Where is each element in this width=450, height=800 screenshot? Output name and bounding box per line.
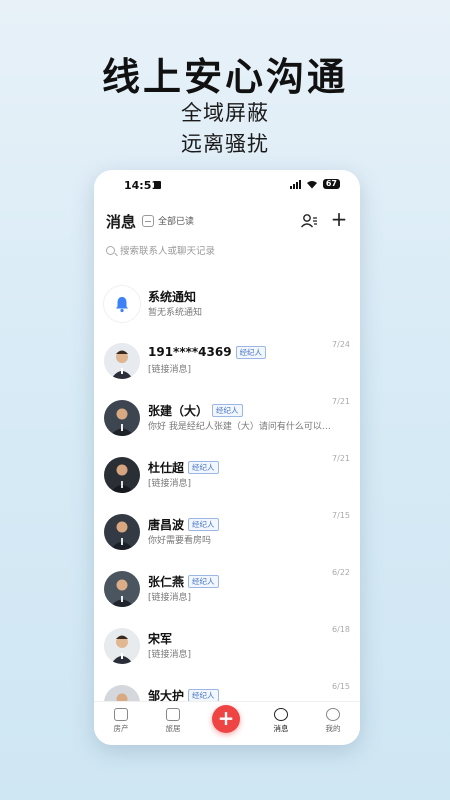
conversation-name: 系统通知 — [148, 290, 197, 304]
list-item[interactable]: 杜仕超 经纪人 [链接消息] 7/21 — [94, 449, 360, 506]
status-bar: 14:51 67 — [94, 170, 360, 200]
tab-messages-label: 消息 — [273, 724, 289, 733]
tab-me[interactable]: 我的 — [318, 708, 348, 734]
tab-messages[interactable]: 消息 — [266, 708, 296, 734]
agent-badge: 经纪人 — [188, 461, 219, 474]
avatar — [104, 514, 140, 550]
conversation-list: 系统通知 暂无系统通知 191****4369 经纪人 [链接消息] 7/24 张… — [94, 278, 360, 734]
conversation-name: 杜仕超 经纪人 — [148, 459, 219, 476]
bell-icon — [104, 286, 140, 322]
conversation-name: 张仁燕 经纪人 — [148, 573, 219, 590]
conversation-name: 张建（大） 经纪人 — [148, 402, 243, 419]
search-input[interactable]: 搜索联系人或聊天记录 — [106, 240, 348, 260]
battery-icon: 67 — [322, 179, 340, 189]
tab-home[interactable]: 房产 — [106, 708, 136, 734]
message-header: 消息 全部已读 + — [94, 209, 360, 234]
avatar — [104, 628, 140, 664]
conversation-date: 6/18 — [332, 625, 350, 634]
avatar — [104, 457, 140, 493]
conversation-preview: 你好需要看房吗 — [148, 536, 212, 546]
phone-screen: 14:51 67 消息 全部已读 + 搜索联系人或聊天记录 系统通知 暂无系统通… — [94, 170, 360, 745]
agent-badge: 经纪人 — [188, 575, 219, 588]
conversation-preview: [链接消息] — [148, 650, 192, 660]
list-item[interactable]: 张建（大） 经纪人 你好 我是经纪人张建（大）请问有什么可以… 7/21 — [94, 392, 360, 449]
chat-icon — [274, 708, 288, 721]
add-icon[interactable]: + — [330, 209, 348, 229]
conversation-preview: 你好 我是经纪人张建（大）请问有什么可以… — [148, 422, 331, 432]
promo-subline-2: 远离骚扰 — [181, 132, 269, 156]
tab-discover[interactable]: 旅居 — [158, 708, 188, 734]
conversation-date: 7/24 — [332, 340, 350, 349]
signal-icon — [289, 179, 301, 189]
conversation-date: 6/15 — [332, 682, 350, 691]
list-item[interactable]: 张仁燕 经纪人 [链接消息] 6/22 — [94, 563, 360, 620]
read-all-icon — [142, 214, 154, 227]
conversation-date: 7/21 — [332, 397, 350, 406]
conversation-preview: 暂无系统通知 — [148, 308, 203, 318]
conversation-date: 7/21 — [332, 454, 350, 463]
suitcase-icon — [166, 708, 180, 721]
conversation-preview: [链接消息] — [148, 593, 192, 603]
create-button[interactable]: + — [212, 705, 240, 733]
house-icon — [114, 708, 128, 721]
list-item[interactable]: 唐昌波 经纪人 你好需要看房吗 7/15 — [94, 506, 360, 563]
conversation-name: 191****4369 经纪人 — [148, 345, 267, 359]
agent-badge: 经纪人 — [235, 345, 267, 359]
read-all-label: 全部已读 — [158, 217, 195, 227]
conversation-date: 6/22 — [332, 568, 350, 577]
tab-home-label: 房产 — [113, 724, 129, 733]
profile-icon — [326, 708, 340, 721]
avatar — [104, 571, 140, 607]
lock-icon — [154, 181, 161, 189]
list-item[interactable]: 宋军 [链接消息] 6/18 — [94, 620, 360, 677]
read-all-button[interactable]: 全部已读 — [142, 214, 194, 227]
agent-badge: 经纪人 — [188, 518, 219, 531]
contacts-icon[interactable] — [300, 212, 318, 230]
conversation-preview: [链接消息] — [148, 479, 192, 489]
list-item[interactable]: 191****4369 经纪人 [链接消息] 7/24 — [94, 335, 360, 392]
avatar — [104, 343, 140, 379]
conversation-name: 宋军 — [148, 632, 173, 646]
avatar — [104, 400, 140, 436]
tab-discover-label: 旅居 — [165, 724, 181, 733]
list-item-system-notice[interactable]: 系统通知 暂无系统通知 — [94, 278, 360, 335]
conversation-name: 唐昌波 经纪人 — [148, 516, 219, 533]
wifi-icon — [306, 180, 317, 188]
conversation-date: 7/15 — [332, 511, 350, 520]
agent-badge: 经纪人 — [212, 404, 243, 417]
search-icon — [106, 245, 115, 255]
promo-headline: 线上安心沟通 — [101, 55, 348, 99]
tab-me-label: 我的 — [325, 724, 341, 733]
bottom-nav: 房产 旅居 + 消息 我的 — [94, 701, 360, 745]
promo-subline-1: 全域屏蔽 — [181, 101, 269, 125]
page-title: 消息 — [106, 213, 137, 231]
search-placeholder: 搜索联系人或聊天记录 — [120, 246, 216, 257]
conversation-preview: [链接消息] — [148, 365, 192, 375]
